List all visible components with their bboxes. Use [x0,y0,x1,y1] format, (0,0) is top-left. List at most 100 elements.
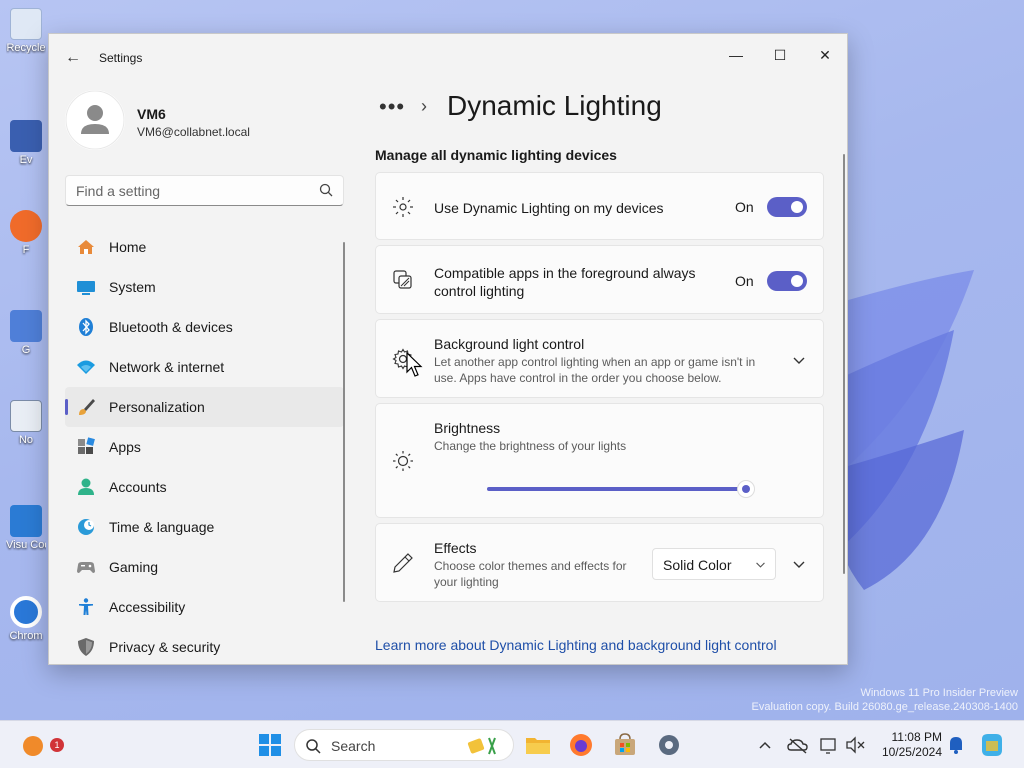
search-icon [306,739,321,754]
tray-cloud[interactable] [786,731,810,759]
desktop-icon-recycle-bin[interactable]: Recycle [6,8,46,68]
copilot-icon [982,734,1002,756]
desktop-icon-g[interactable]: G [6,310,46,370]
sidebar-item-label: Privacy & security [109,639,221,655]
dynamic-lighting-icon [393,197,413,217]
weather-icon [23,736,43,756]
gear-icon [659,735,679,755]
sidebar-item-privacy[interactable]: Privacy & security [65,627,344,664]
brightness-icon [393,451,413,471]
desktop-icon-vscode[interactable]: Visu Cod [6,505,46,565]
maximize-button[interactable]: ☐ [758,40,802,70]
wifi-icon [77,360,95,374]
breadcrumb-separator: › [421,96,427,116]
search-icon[interactable] [319,183,333,197]
taskbar-clock[interactable]: 11:08 PM 10/25/2024 [874,730,942,760]
store-icon [615,733,635,755]
chevron-down-icon[interactable] [792,353,806,367]
content-scrollbar[interactable] [843,154,845,574]
foreground-apps-toggle[interactable] [767,271,807,291]
setting-brightness: Brightness Change the brightness of your… [375,403,824,518]
shortcut-icon [10,310,42,342]
sidebar-item-label: Gaming [109,559,159,575]
clock-time: 11:08 PM [891,730,942,744]
sidebar-item-accessibility[interactable]: Accessibility [65,587,344,627]
folder-icon [526,738,550,754]
setting-title: Use Dynamic Lighting on my devices [434,200,664,216]
learn-more-link[interactable]: Learn more about Dynamic Lighting and ba… [375,637,777,653]
tray-volume[interactable] [844,731,868,759]
taskbar-search[interactable]: Search [294,729,514,761]
effects-dropdown[interactable]: Solid Color [652,548,776,580]
sidebar-item-home[interactable]: Home [65,227,344,267]
search-input[interactable] [65,175,344,206]
back-arrow-icon[interactable]: ← [63,48,83,68]
desktop-icon-chrome[interactable]: Chrom [6,596,46,656]
search-highlight-icon [467,737,496,755]
sidebar-item-gaming[interactable]: Gaming [65,547,344,587]
taskbar-store[interactable] [611,731,639,759]
sidebar-item-time-language[interactable]: Time & language [65,507,344,547]
sidebar-item-label: Accessibility [109,599,186,615]
brightness-slider-track[interactable] [487,487,746,491]
notifications-button[interactable] [946,731,966,759]
globe-clock-icon [78,519,94,535]
start-button[interactable] [256,731,284,759]
setting-description: Choose color themes and effects for your… [434,559,627,589]
home-icon [78,240,94,254]
sidebar-item-label: Apps [109,439,141,455]
app-title: Settings [99,51,143,65]
use-dynamic-lighting-toggle[interactable] [767,197,807,217]
sidebar-item-system[interactable]: System [65,267,344,307]
avatar[interactable] [65,90,125,150]
sidebar-item-personalization[interactable]: Personalization [65,387,344,427]
taskbar-firefox[interactable] [567,731,595,759]
setting-background-light-control[interactable]: Background light control Let another app… [375,319,824,398]
toggle-state-label: On [735,199,754,215]
sidebar-item-bluetooth[interactable]: Bluetooth & devices [65,307,344,347]
evaluation-watermark: Windows 11 Pro Insider Preview Evaluatio… [752,686,1018,714]
show-hidden-icons-button[interactable] [755,731,775,759]
breadcrumb-overflow-button[interactable]: ••• [379,94,405,120]
setting-effects[interactable]: Effects Choose color themes and effects … [375,523,824,602]
pen-icon [393,553,413,573]
desktop-icon-firefox[interactable]: F [6,210,46,270]
search-label: Search [331,738,376,754]
taskbar-settings[interactable] [655,731,683,759]
sidebar-item-label: Accounts [109,479,167,495]
close-button[interactable]: ✕ [803,40,847,70]
sidebar-item-network[interactable]: Network & internet [65,347,344,387]
desktop-icon-ev[interactable]: Ev [6,120,46,180]
desktop-icon-notepad[interactable]: No [6,400,46,460]
sidebar-scrollbar[interactable] [343,242,345,602]
taskbar-file-explorer[interactable] [524,731,552,759]
chevron-up-icon [759,741,771,749]
watermark-line2: Evaluation copy. Build 26080.ge_release.… [751,701,1018,713]
network-icon [820,738,836,754]
apps-icon [78,437,95,454]
brush-icon [79,399,95,415]
setting-use-dynamic-lighting[interactable]: Use Dynamic Lighting on my devices On [375,172,824,240]
tray-network[interactable] [818,731,842,759]
brightness-slider-thumb[interactable] [737,480,755,498]
setting-foreground-apps-control[interactable]: Compatible apps in the foreground always… [375,245,824,314]
sidebar-item-accounts[interactable]: Accounts [65,467,344,507]
setting-title: Background light control [434,336,585,352]
setting-description: Let another app control lighting when an… [434,355,756,385]
chevron-down-icon[interactable] [792,557,806,571]
settings-window: ← Settings — ☐ ✕ VM6 VM6@collabnet.local… [48,33,848,665]
sidebar-item-apps[interactable]: Apps [65,427,344,467]
person-icon [65,90,125,150]
firefox-icon [10,210,42,242]
section-title: Manage all dynamic lighting devices [375,147,617,163]
effects-selected-value: Solid Color [663,557,732,573]
sidebar-item-label: System [109,279,156,295]
sidebar-item-label: Network & internet [109,359,225,375]
title-bar[interactable]: ← Settings — ☐ ✕ [49,34,847,82]
minimize-button[interactable]: — [714,40,758,70]
copilot-button[interactable] [978,731,1006,759]
taskbar-weather[interactable]: 1 [20,731,64,759]
setting-description: Change the brightness of your lights [434,439,627,453]
notepad-icon [10,400,42,432]
vscode-icon [10,505,42,537]
